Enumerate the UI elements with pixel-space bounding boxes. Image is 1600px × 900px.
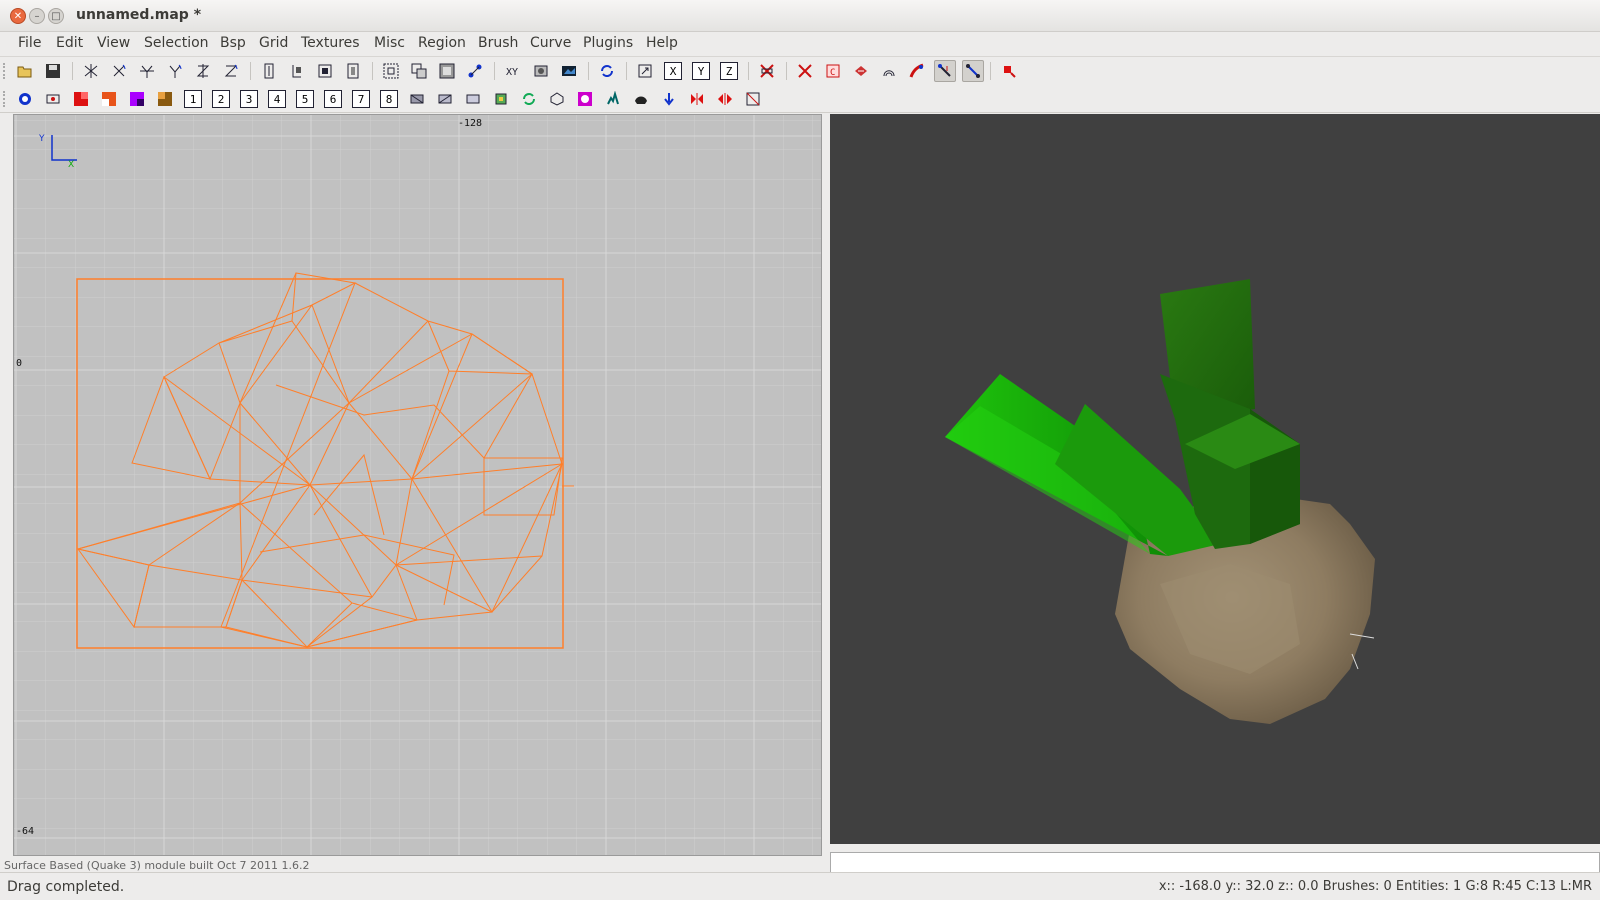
minimize-window-button[interactable]: –: [29, 8, 45, 24]
menu-textures[interactable]: Textures: [301, 35, 360, 51]
window-titlebar: ✕ – □ unnamed.map *: [0, 0, 1600, 32]
status-message: Drag completed.: [7, 879, 125, 895]
save-icon[interactable]: [44, 62, 62, 80]
complete-tall-icon[interactable]: [260, 62, 278, 80]
filter-paths-icon[interactable]: [604, 90, 622, 108]
menu-plugins[interactable]: Plugins: [583, 35, 633, 51]
grid-8-button[interactable]: 8: [380, 90, 398, 108]
purple-texture-icon[interactable]: [128, 90, 146, 108]
texture-browser-icon[interactable]: [16, 90, 34, 108]
view-xz-icon[interactable]: Y: [692, 62, 710, 80]
entity-icon[interactable]: [852, 62, 870, 80]
menu-brush[interactable]: Brush: [478, 35, 518, 51]
csg-subtract-icon[interactable]: [410, 62, 428, 80]
menu-help[interactable]: Help: [646, 35, 678, 51]
coord-label-bottom: -64: [16, 826, 34, 837]
lights-icon[interactable]: [880, 62, 898, 80]
view-xy-icon[interactable]: X: [664, 62, 682, 80]
filter-lightgrid-icon[interactable]: [716, 90, 734, 108]
menu-region[interactable]: Region: [418, 35, 466, 51]
shader-icon[interactable]: [1000, 62, 1018, 80]
grid-6-button[interactable]: 6: [324, 90, 342, 108]
grid-4-button[interactable]: 4: [268, 90, 286, 108]
menu-bsp[interactable]: Bsp: [220, 35, 246, 51]
x-axis-flip-icon[interactable]: [82, 62, 100, 80]
foliage-mesh: [945, 279, 1300, 556]
xy-ortho-view[interactable]: Y X -128 0 -64: [13, 114, 822, 856]
toolbar-grip[interactable]: [3, 63, 6, 79]
z-axis-flip-icon[interactable]: [194, 62, 212, 80]
red-texture-icon[interactable]: [72, 90, 90, 108]
grid-2-button[interactable]: 2: [212, 90, 230, 108]
patch-icon[interactable]: C: [824, 62, 842, 80]
grid-5-button[interactable]: 5: [296, 90, 314, 108]
menu-misc[interactable]: Misc: [374, 35, 405, 51]
main-toolbar: XY X Y Z C: [0, 57, 1600, 85]
grid-7-button[interactable]: 7: [352, 90, 370, 108]
menu-bar: File Edit View Selection Bsp Grid Textur…: [0, 32, 1600, 57]
filter-lights-icon[interactable]: [660, 90, 678, 108]
csg-merge-icon[interactable]: [438, 62, 456, 80]
select-face-icon[interactable]: [934, 60, 956, 82]
status-info: x:: -168.0 y:: 32.0 z:: 0.0 Brushes: 0 E…: [1158, 879, 1592, 894]
csg-make-room-icon[interactable]: [466, 62, 484, 80]
z-axis-rotate-icon[interactable]: [222, 62, 240, 80]
camera-icon[interactable]: [636, 62, 654, 80]
filter-clips-icon[interactable]: [576, 90, 594, 108]
svg-text:XY: XY: [506, 67, 518, 78]
view-yz-icon[interactable]: Z: [720, 62, 738, 80]
filter-structural-icon[interactable]: [688, 90, 706, 108]
y-axis-flip-icon[interactable]: [138, 62, 156, 80]
entity-list-icon[interactable]: [44, 90, 62, 108]
wireframe-canvas[interactable]: Y X -128 0 -64: [14, 115, 822, 856]
size-to-fit-icon[interactable]: [288, 62, 306, 80]
grid-1-button[interactable]: 1: [184, 90, 202, 108]
drag-edges-icon[interactable]: [962, 60, 984, 82]
clipper-icon[interactable]: [758, 62, 776, 80]
close-window-button[interactable]: ✕: [10, 8, 26, 24]
filter-liquids-icon[interactable]: [520, 90, 538, 108]
grid-3-button[interactable]: 3: [240, 90, 258, 108]
window-title: unnamed.map *: [76, 7, 202, 23]
filter-entities-icon[interactable]: [436, 90, 454, 108]
menu-edit[interactable]: Edit: [56, 35, 83, 51]
3d-scene-canvas[interactable]: [830, 114, 1600, 844]
vertex-mode-icon[interactable]: XY: [504, 62, 522, 80]
refresh-icon[interactable]: [598, 62, 616, 80]
svg-text:C: C: [830, 68, 835, 78]
menu-file[interactable]: File: [18, 35, 41, 51]
y-axis-rotate-icon[interactable]: [166, 62, 184, 80]
patch-bend-icon[interactable]: [908, 62, 926, 80]
filter-translucent-icon[interactable]: [492, 90, 510, 108]
x-axis-rotate-icon[interactable]: [110, 62, 128, 80]
menu-grid[interactable]: Grid: [259, 35, 288, 51]
camera-3d-view[interactable]: [830, 114, 1600, 844]
filter-clusterportals-icon[interactable]: [632, 90, 650, 108]
coord-label-top: -128: [458, 118, 482, 129]
menu-curve[interactable]: Curve: [530, 35, 571, 51]
open-icon[interactable]: [16, 62, 34, 80]
select-inside-icon[interactable]: [316, 62, 334, 80]
status-bar: Drag completed. x:: -168.0 y:: 32.0 z:: …: [0, 872, 1600, 900]
maximize-window-button[interactable]: □: [48, 8, 64, 24]
orange-texture-icon[interactable]: [100, 90, 118, 108]
csg-hollow-icon[interactable]: [382, 62, 400, 80]
filter-caulk-icon[interactable]: [548, 90, 566, 108]
texture-lock-icon[interactable]: [560, 62, 578, 80]
select-touching-icon[interactable]: [344, 62, 362, 80]
menu-selection[interactable]: Selection: [144, 35, 209, 51]
filter-toolbar: 1 2 3 4 5 6 7 8: [0, 85, 1600, 113]
coord-label-left: 0: [16, 358, 22, 369]
filter-areaportals-icon[interactable]: [464, 90, 482, 108]
console-log-strip: Surface Based (Quake 3) module built Oct…: [0, 860, 820, 872]
brown-texture-icon[interactable]: [156, 90, 174, 108]
filter-patches-icon[interactable]: [744, 90, 762, 108]
menu-view[interactable]: View: [97, 35, 130, 51]
toolbar-grip-2[interactable]: [3, 91, 6, 107]
axis-x-label: X: [68, 160, 74, 170]
filter-world-icon[interactable]: [408, 90, 426, 108]
cubic-clip-icon[interactable]: [796, 62, 814, 80]
change-views-icon[interactable]: [532, 62, 550, 80]
axis-y-label: Y: [38, 134, 45, 144]
